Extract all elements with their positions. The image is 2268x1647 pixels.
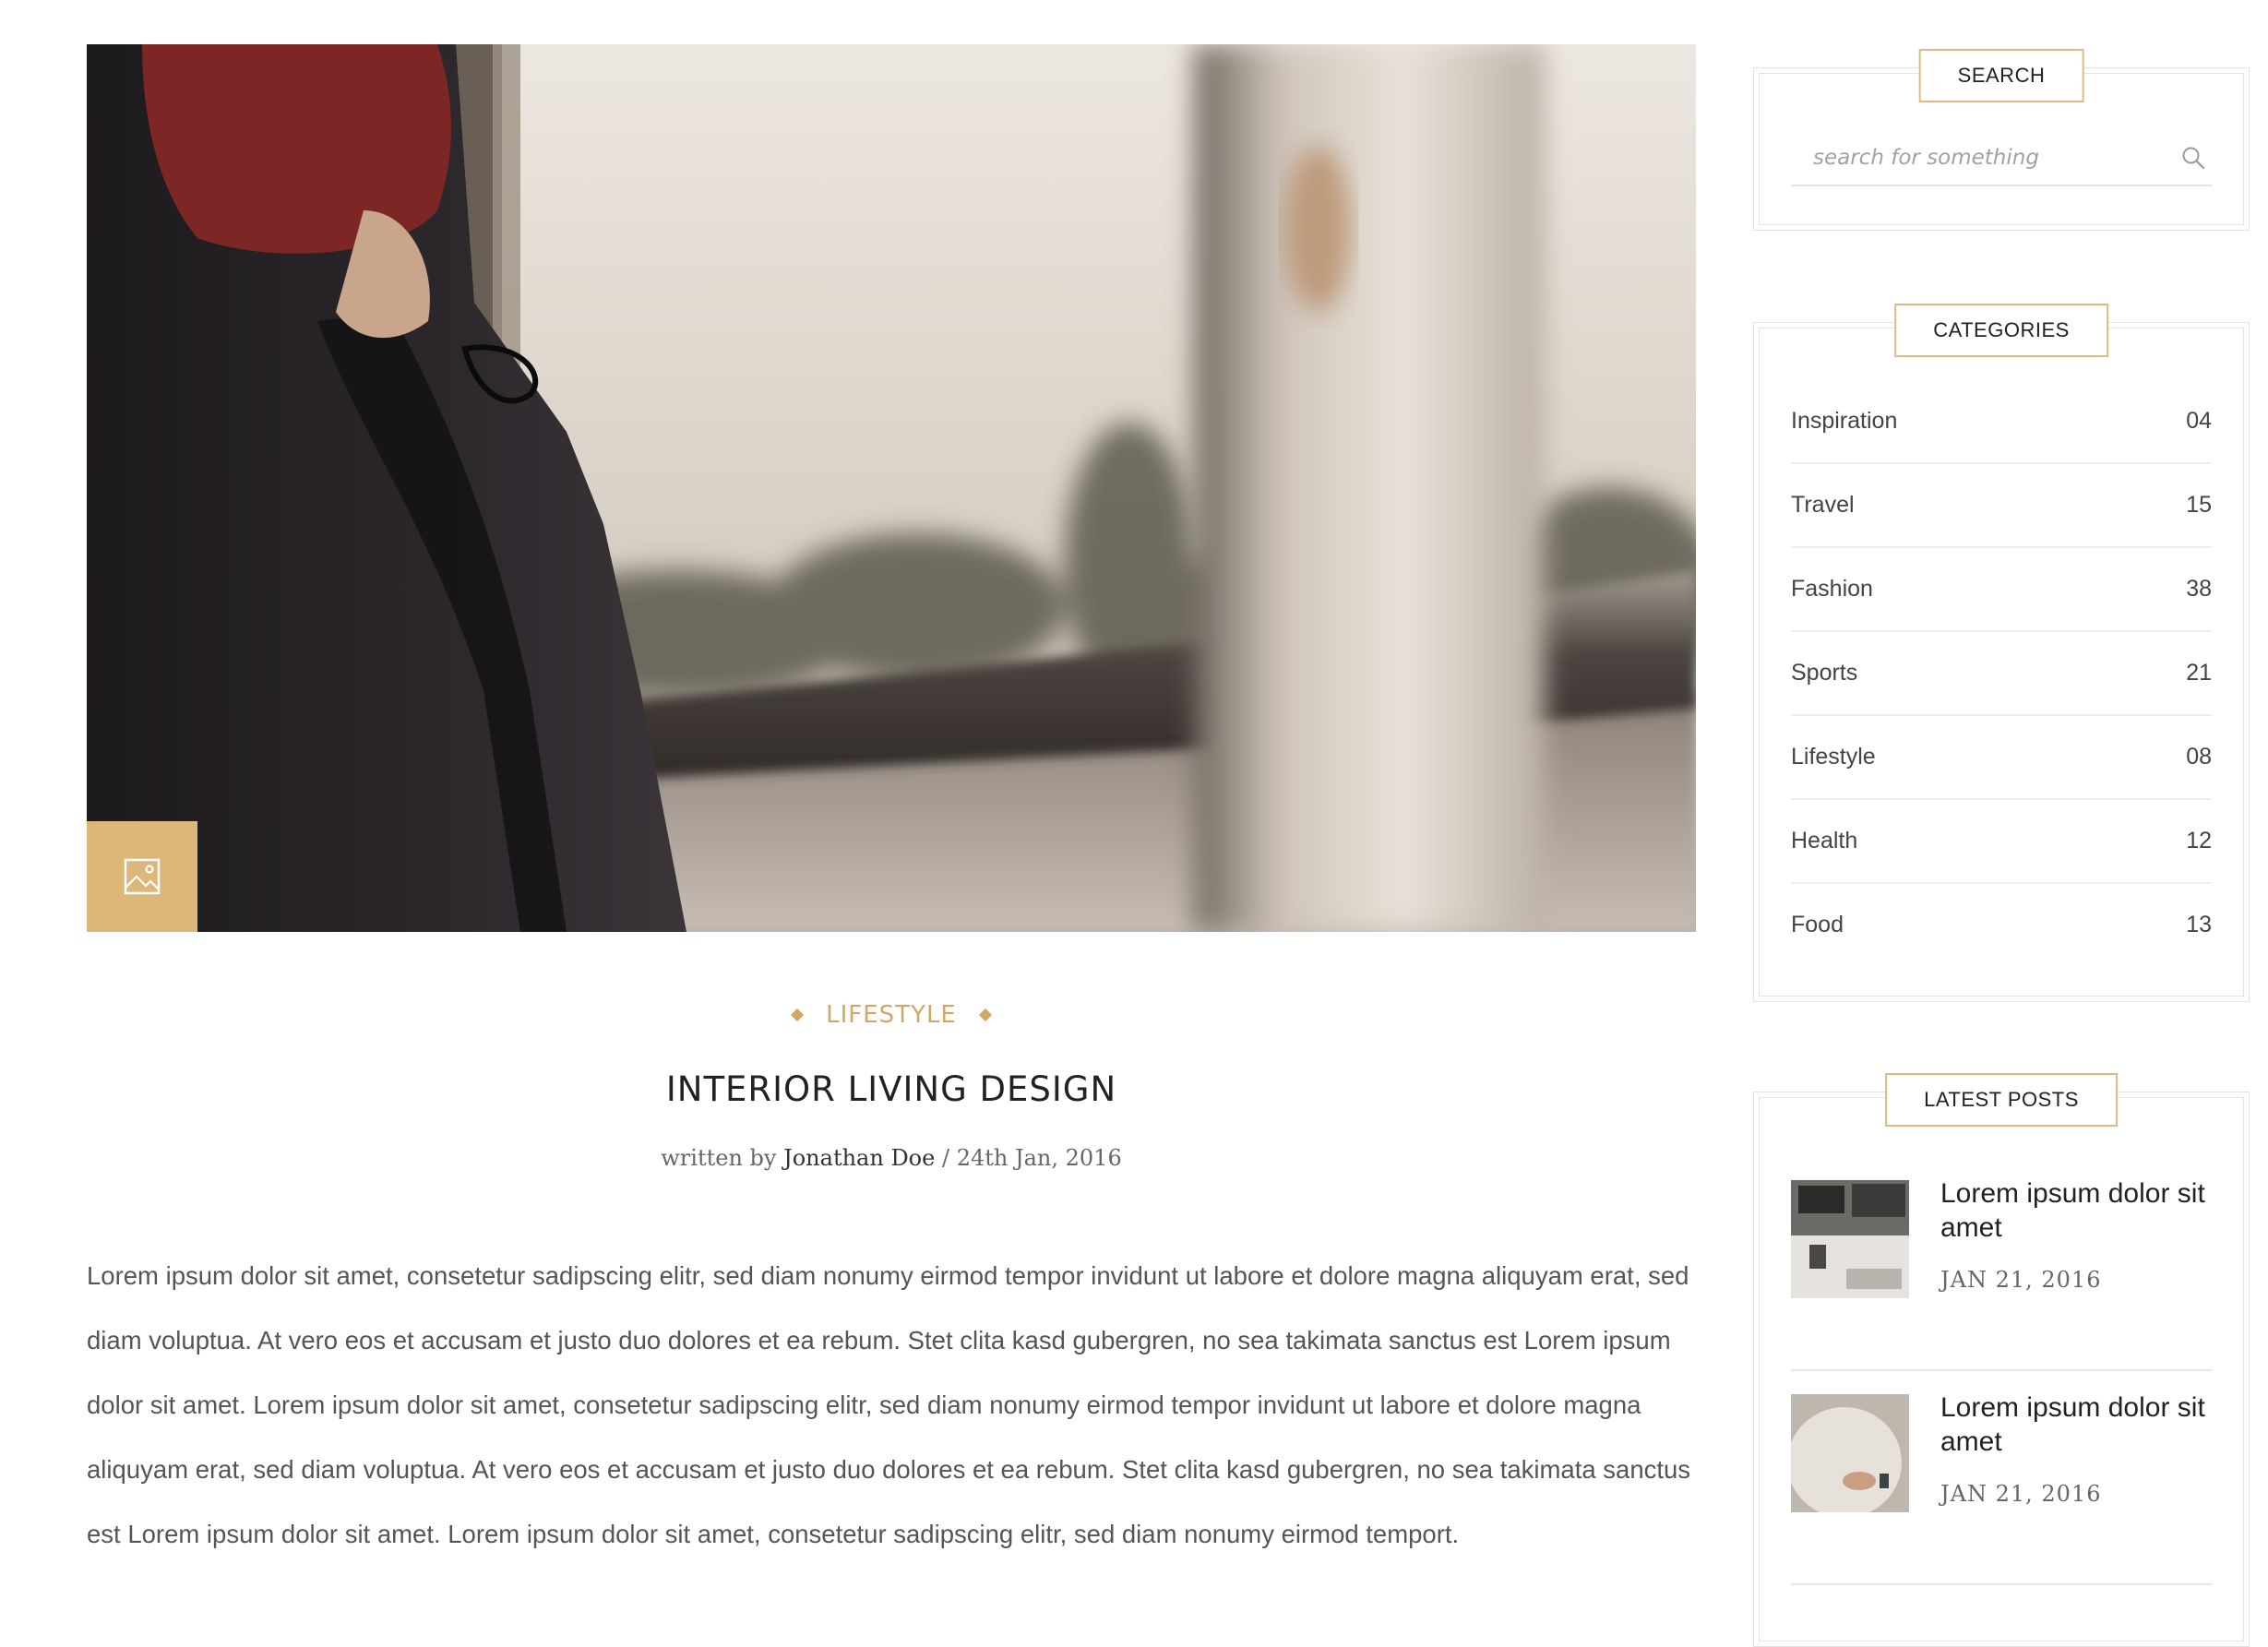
latest-post-date: JAN 21, 2016: [1940, 1481, 2102, 1507]
latest-post-date: JAN 21, 2016: [1940, 1267, 2102, 1293]
latest-posts-widget-title: LATEST POSTS: [1885, 1073, 2118, 1127]
category-count: 13: [2186, 912, 2212, 937]
category-count: 21: [2186, 660, 2212, 686]
category-count: 15: [2186, 492, 2212, 518]
category-label: Health: [1791, 828, 1858, 853]
category-label: Travel: [1791, 492, 1855, 518]
search-button[interactable]: [2175, 139, 2212, 176]
latest-post-text: Lorem ipsum dolor sit amet JAN 21, 2016: [1940, 1392, 2212, 1583]
categories-widget-title: CATEGORIES: [1894, 304, 2108, 357]
category-count: 38: [2186, 576, 2212, 602]
search-widget-title: SEARCH: [1918, 49, 2084, 102]
latest-post-title[interactable]: Lorem ipsum dolor sit amet: [1940, 1176, 2212, 1245]
diamond-icon: [791, 1008, 805, 1022]
post-category[interactable]: LIFESTYLE: [87, 1001, 1696, 1029]
post-body: Lorem ipsum dolor sit amet, consetetur s…: [87, 1261, 1691, 1548]
search-input[interactable]: [1791, 135, 2175, 181]
category-label: Lifestyle: [1791, 744, 1876, 770]
category-list: Inspiration 04 Travel 15 Fashion 38 Spor…: [1791, 380, 2212, 966]
category-count: 04: [2186, 408, 2212, 434]
category-item-fashion[interactable]: Fashion 38: [1791, 548, 2212, 632]
blog-post: LIFESTYLE INTERIOR LIVING DESIGN written…: [87, 44, 1696, 1548]
desk-photo: [1791, 1180, 1909, 1298]
category-item-health[interactable]: Health 12: [1791, 800, 2212, 884]
category-label: Sports: [1791, 660, 1858, 686]
latest-post-list: Lorem ipsum dolor sit amet JAN 21, 2016 …: [1791, 1178, 2212, 1608]
category-label: Food: [1791, 912, 1844, 937]
post-date: 24th Jan, 2016: [956, 1145, 1122, 1171]
latest-posts-widget: LATEST POSTS Lorem ipsum dolor sit amet …: [1753, 1073, 2250, 1647]
post-format-badge[interactable]: [87, 821, 197, 932]
latest-post-title[interactable]: Lorem ipsum dolor sit amet: [1940, 1390, 2212, 1459]
post-title[interactable]: INTERIOR LIVING DESIGN: [87, 1069, 1696, 1109]
featured-image[interactable]: [87, 44, 1696, 932]
category-item-travel[interactable]: Travel 15: [1791, 464, 2212, 548]
category-item-food[interactable]: Food 13: [1791, 884, 2212, 966]
latest-post-item[interactable]: Lorem ipsum dolor sit amet JAN 21, 2016: [1791, 1178, 2212, 1371]
meta-separator: /: [941, 1145, 950, 1171]
featured-photo: [87, 44, 1696, 932]
categories-widget: CATEGORIES Inspiration 04 Travel 15 Fash…: [1753, 304, 2250, 1002]
author-link[interactable]: Jonathan Doe: [783, 1145, 935, 1171]
written-by-label: written by: [661, 1145, 777, 1171]
diamond-icon: [978, 1008, 992, 1022]
category-count: 12: [2186, 828, 2212, 853]
search-icon: [2182, 147, 2205, 170]
category-count: 08: [2186, 744, 2212, 770]
category-item-sports[interactable]: Sports 21: [1791, 632, 2212, 716]
post-category-label[interactable]: LIFESTYLE: [826, 1001, 957, 1029]
search-form: [1791, 131, 2212, 186]
latest-post-thumbnail[interactable]: [1791, 1180, 1909, 1298]
latest-post-text: Lorem ipsum dolor sit amet JAN 21, 2016: [1940, 1178, 2212, 1369]
search-widget: SEARCH: [1753, 49, 2250, 231]
sweater-photo: [1791, 1394, 1909, 1512]
category-item-lifestyle[interactable]: Lifestyle 08: [1791, 716, 2212, 800]
latest-post-item[interactable]: Lorem ipsum dolor sit amet JAN 21, 2016: [1791, 1392, 2212, 1585]
category-label: Inspiration: [1791, 408, 1898, 434]
latest-post-thumbnail[interactable]: [1791, 1394, 1909, 1512]
category-item-inspiration[interactable]: Inspiration 04: [1791, 380, 2212, 464]
image-icon: [124, 858, 161, 895]
category-label: Fashion: [1791, 576, 1873, 602]
post-meta: written by Jonathan Doe / 24th Jan, 2016: [87, 1145, 1696, 1171]
